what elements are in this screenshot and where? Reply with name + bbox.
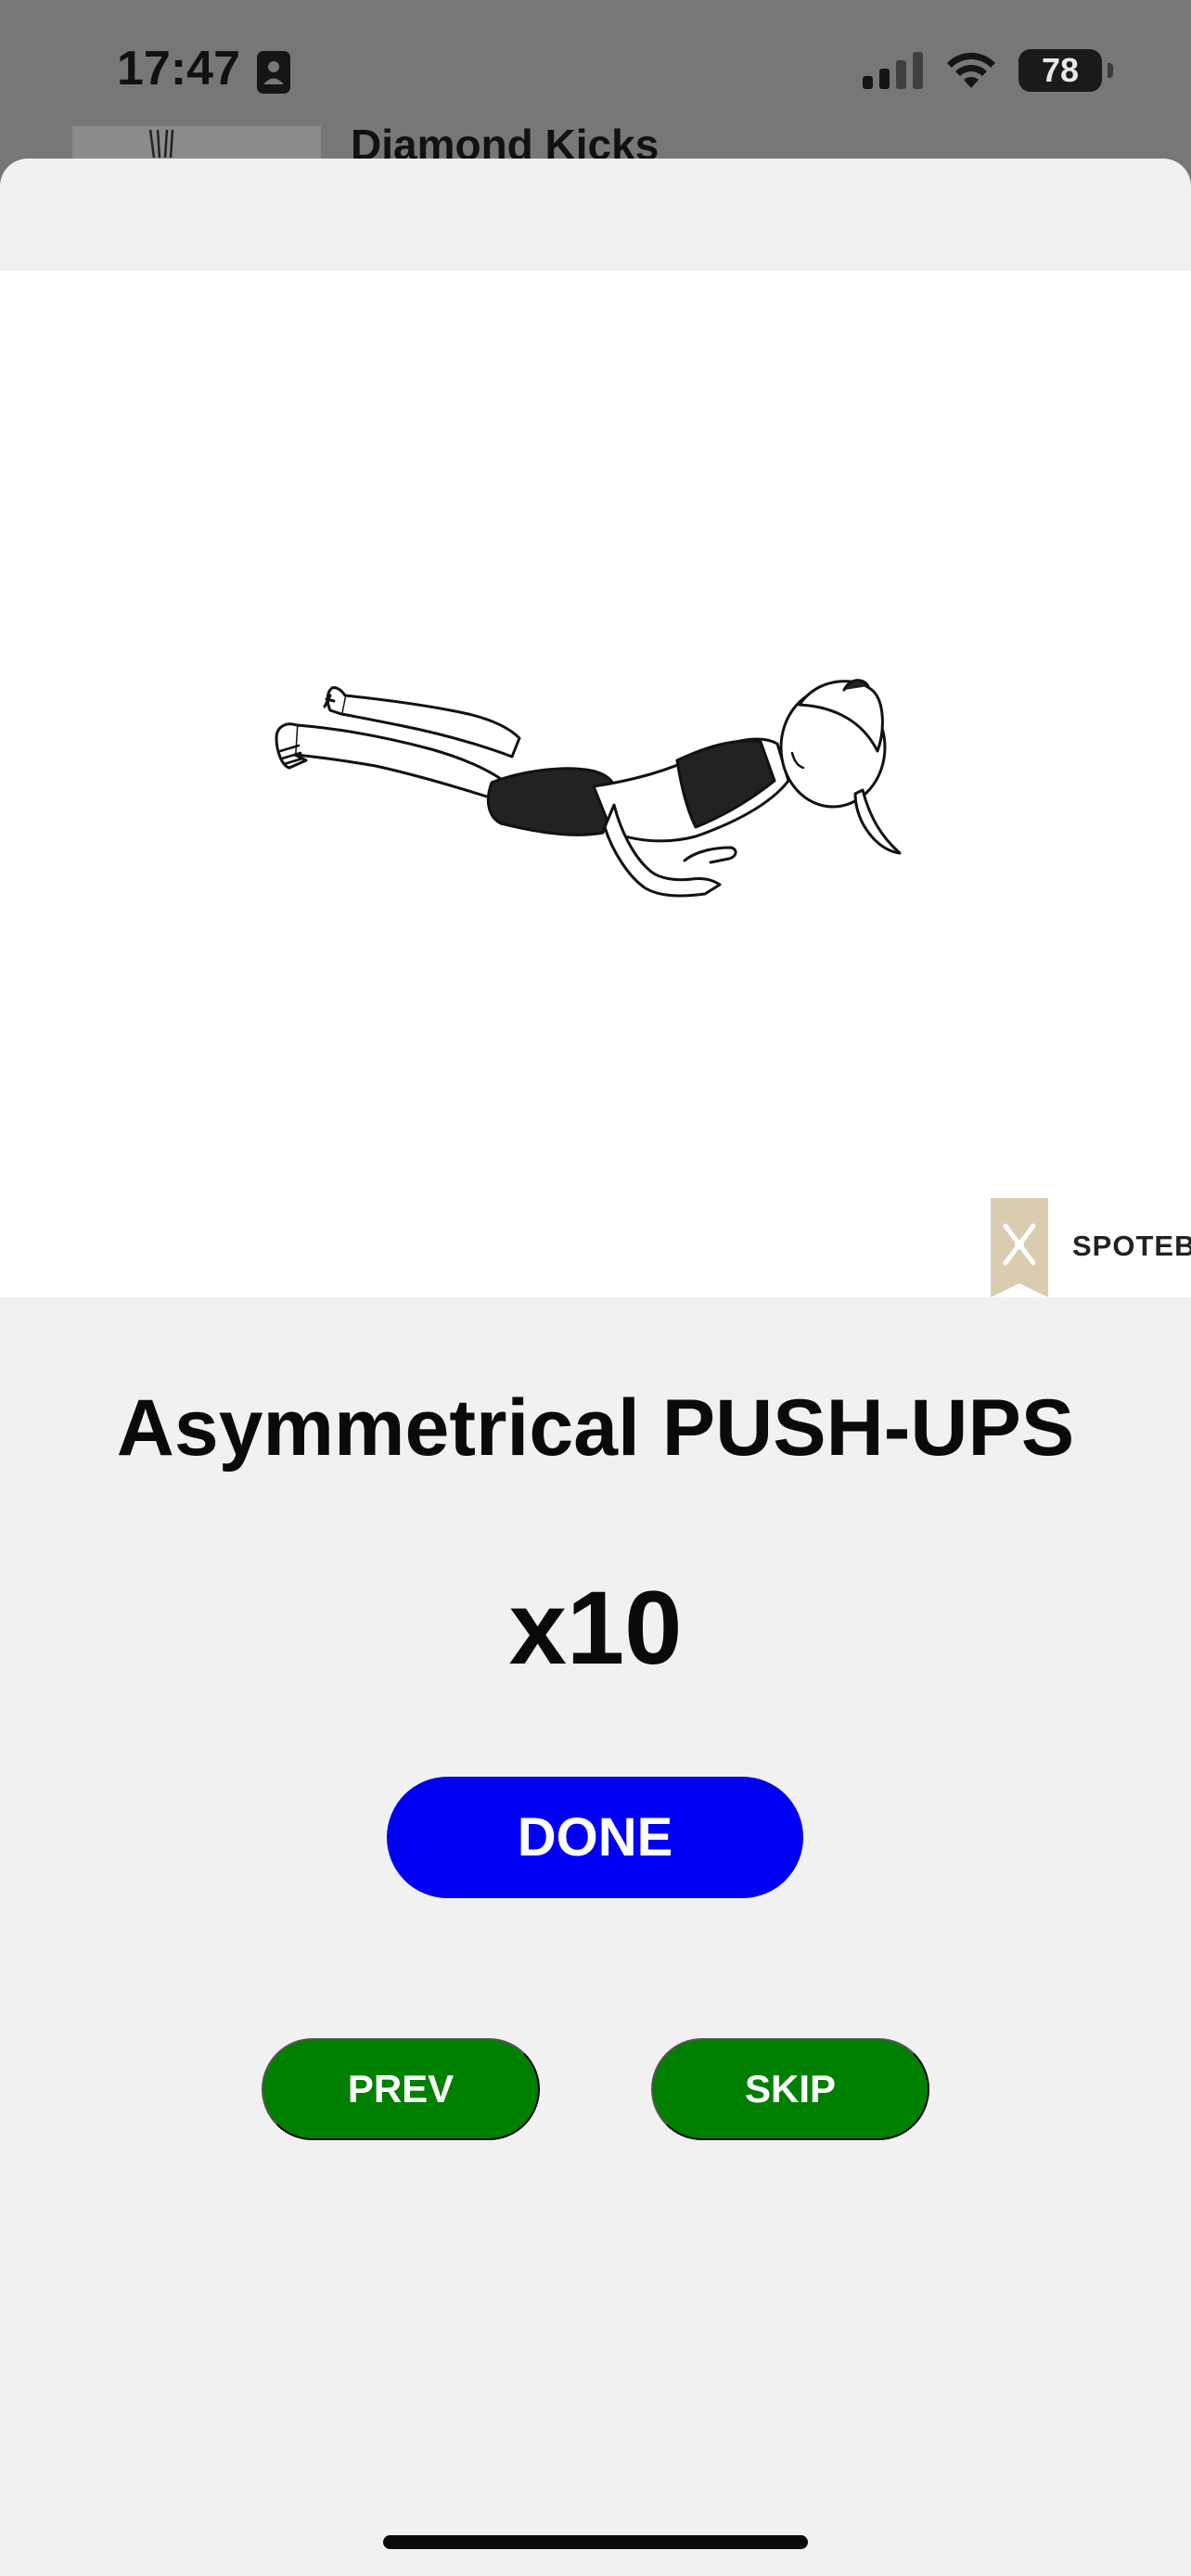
skip-button[interactable]: SKIP <box>651 2038 929 2140</box>
person-badge-icon <box>257 51 290 94</box>
status-right-group: 78 <box>863 45 1113 96</box>
rep-count: x10 <box>508 1570 683 1686</box>
battery-level: 78 <box>1041 51 1080 89</box>
wifi-icon <box>947 52 995 88</box>
exercise-sheet: SPOTEB Asymmetrical PUSH-UPS x10 DONE PR… <box>0 159 1191 2576</box>
background-list-item-title: Diamond Kicks <box>351 121 660 159</box>
prev-button[interactable]: PREV <box>262 2038 540 2140</box>
brand-logo-icon <box>991 1198 1048 1297</box>
pushup-figure-illustration <box>275 679 902 898</box>
battery-icon: 78 <box>1018 49 1113 92</box>
home-indicator[interactable] <box>383 2535 808 2549</box>
exercise-title: Asymmetrical PUSH-UPS <box>116 1384 1075 1473</box>
thumbnail-figure-icon <box>148 129 174 159</box>
cellular-signal-icon <box>863 52 923 89</box>
status-time: 17:47 <box>117 42 240 96</box>
done-button[interactable]: DONE <box>387 1777 803 1898</box>
battery-nub <box>1108 63 1113 78</box>
brand-watermark: SPOTEB <box>1072 1230 1191 1262</box>
background-exercise-thumbnail <box>72 126 321 159</box>
exercise-illustration: SPOTEB <box>0 271 1191 1297</box>
